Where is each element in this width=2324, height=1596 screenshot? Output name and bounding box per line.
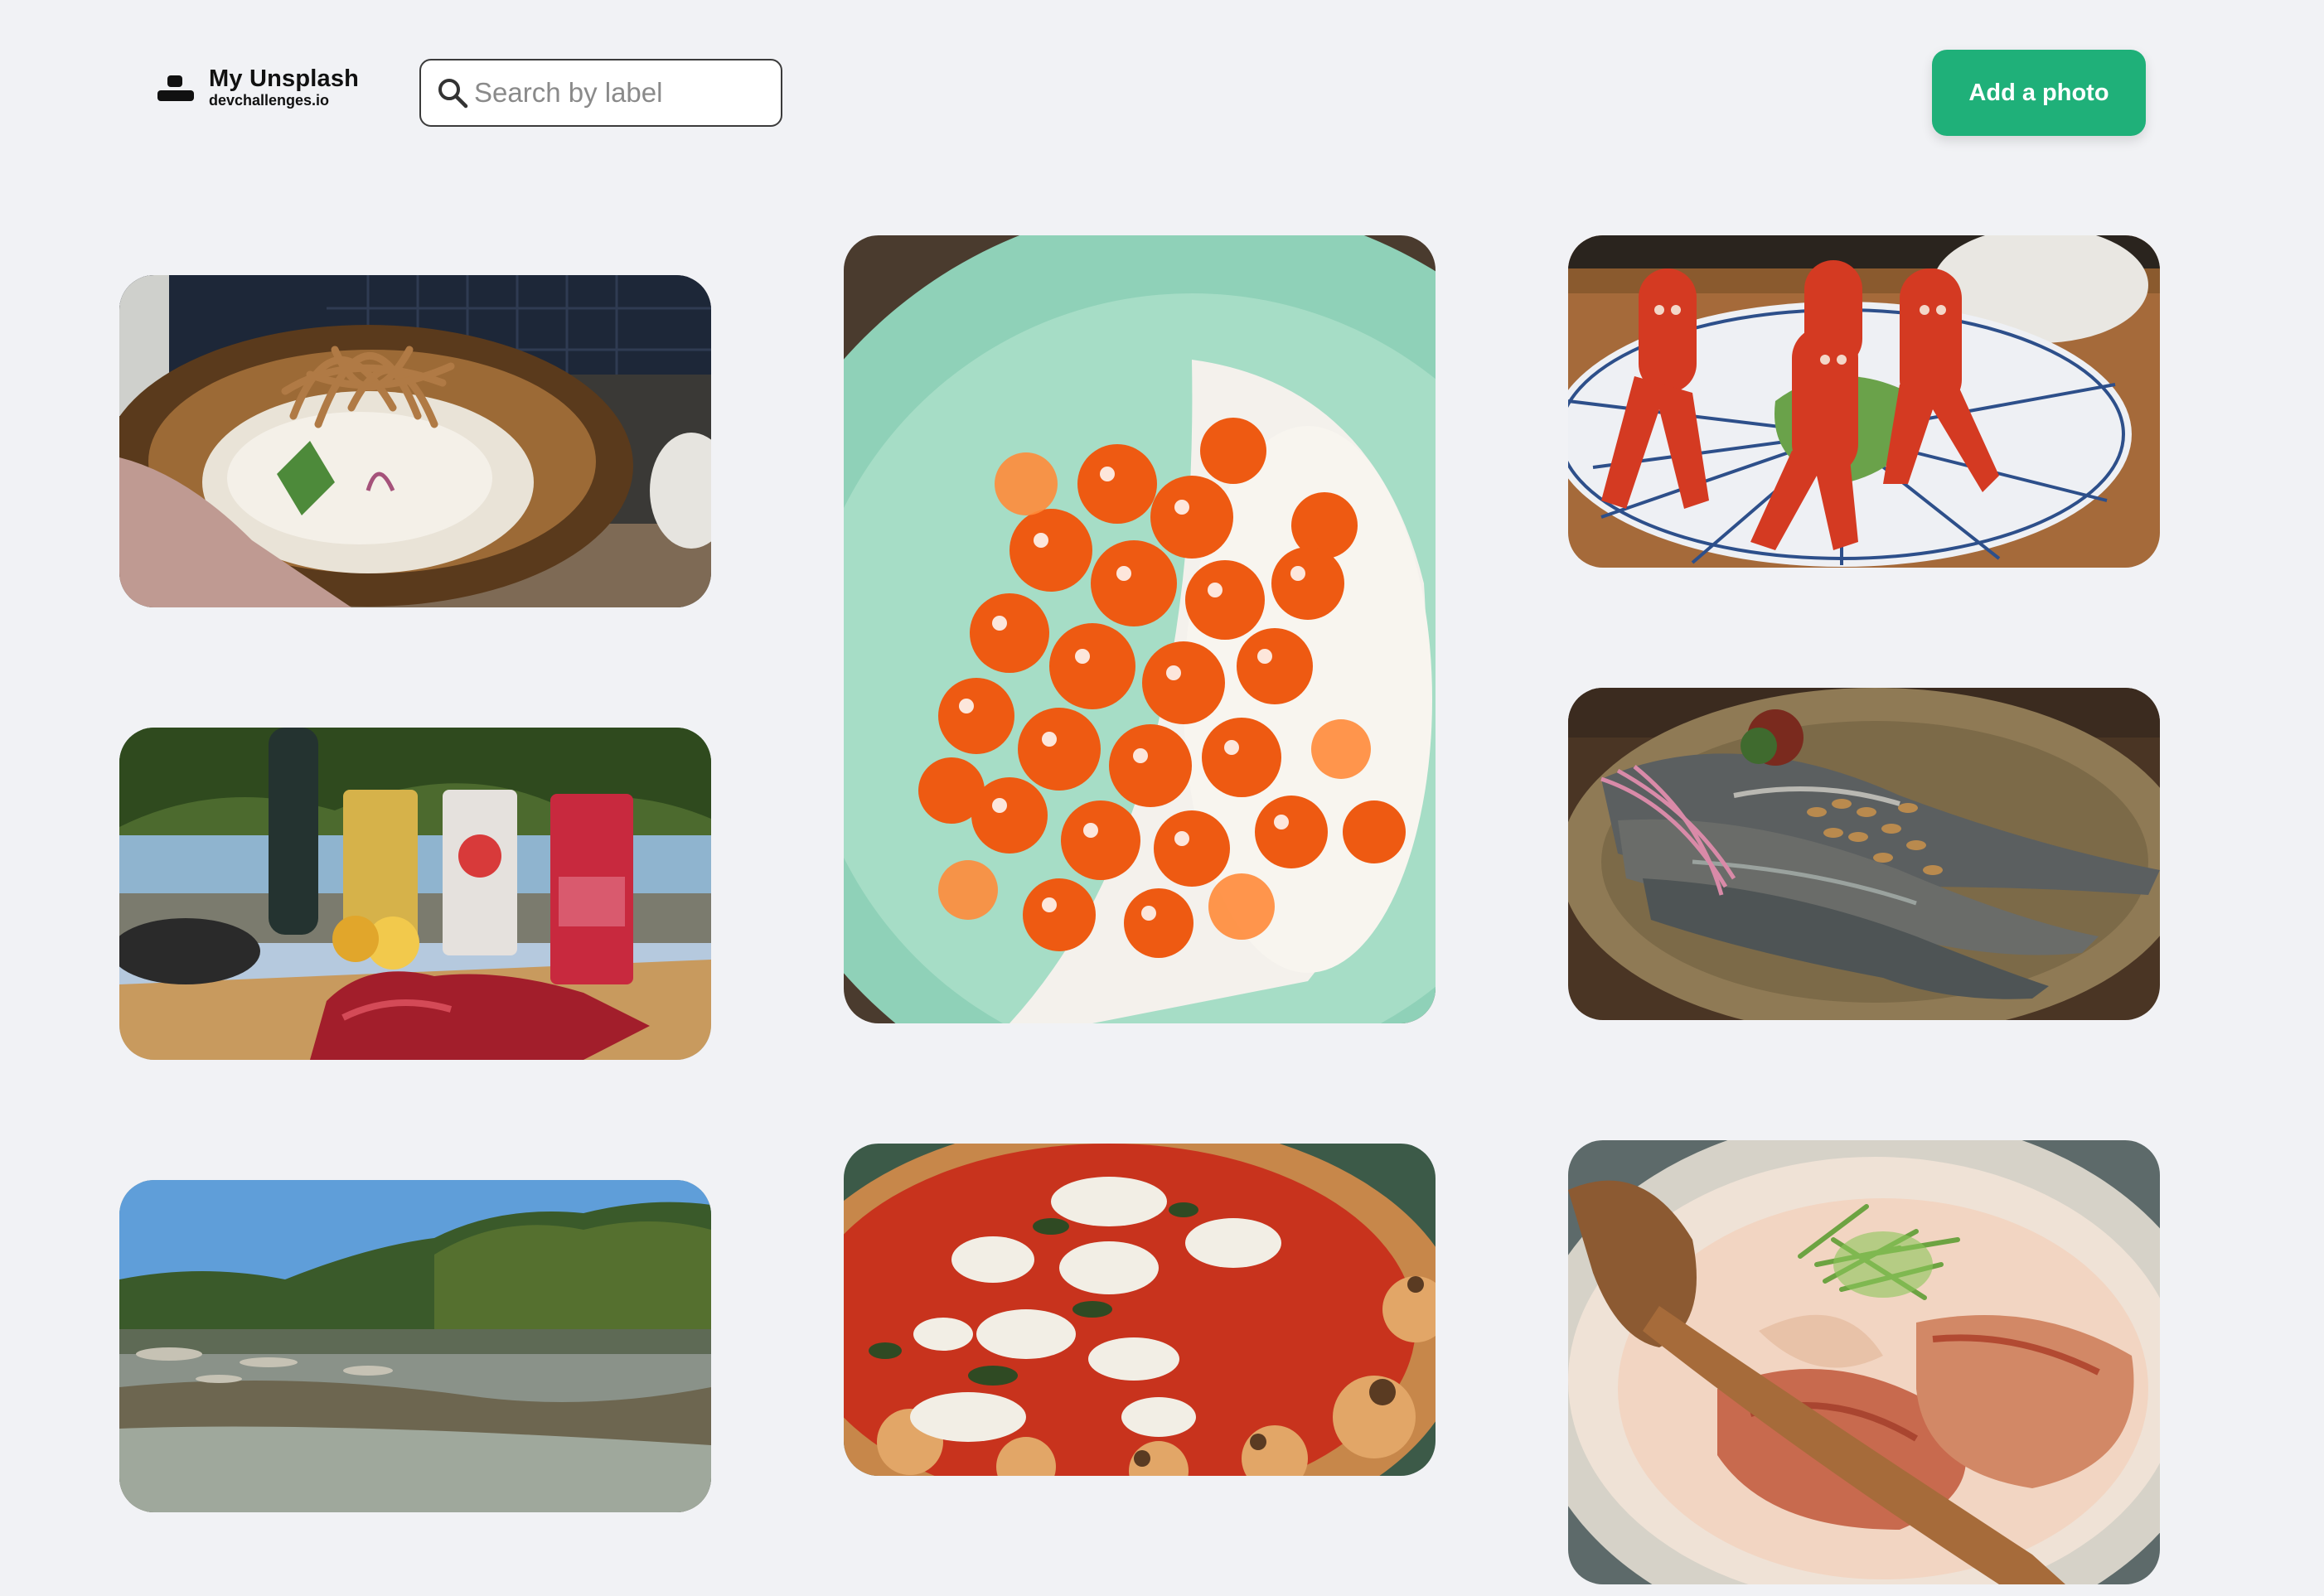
photo-image: [119, 1180, 711, 1512]
photo-image: [119, 275, 711, 607]
app-root: My Unsplash devchallenges.io Add a photo: [0, 0, 2324, 1596]
photo-image: [1568, 1140, 2160, 1584]
photo-image: [1568, 235, 2160, 568]
photo-beer-cans-and-meat[interactable]: [119, 728, 711, 1060]
photo-ramen-bowl[interactable]: [119, 275, 711, 607]
photo-image: [844, 1144, 1436, 1476]
search-box[interactable]: [419, 59, 782, 127]
search-icon: [438, 79, 468, 109]
search-input[interactable]: [474, 77, 772, 109]
photo-sausage-octopus[interactable]: [1568, 235, 2160, 568]
photo-river-landscape[interactable]: [119, 1180, 711, 1512]
user-icon: [156, 69, 196, 105]
photo-grilled-sardines[interactable]: [1568, 688, 2160, 1020]
brand-title: My Unsplash: [209, 65, 360, 92]
brand-subtitle: devchallenges.io: [209, 92, 330, 109]
photo-margherita-pizza[interactable]: [844, 1144, 1436, 1476]
photo-tonkotsu-ramen[interactable]: [1568, 1140, 2160, 1584]
brand-logo[interactable]: My Unsplash devchallenges.io: [156, 63, 359, 111]
brand-text: My Unsplash devchallenges.io: [209, 65, 359, 109]
photo-image: [1568, 688, 2160, 1020]
photo-image: [119, 728, 711, 1060]
add-photo-button[interactable]: Add a photo: [1932, 50, 2146, 136]
photo-salmon-roe[interactable]: [844, 235, 1436, 1023]
photo-image: [844, 235, 1436, 1023]
